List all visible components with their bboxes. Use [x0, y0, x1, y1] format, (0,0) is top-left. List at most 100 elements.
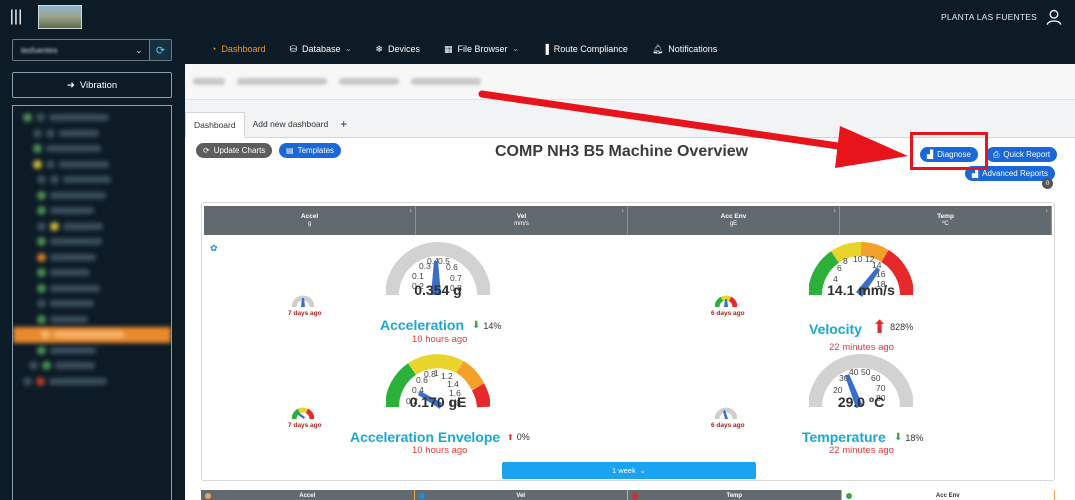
- tree-item[interactable]: [13, 358, 171, 374]
- acceleration-mini-gauge[interactable]: [292, 291, 314, 309]
- tree-item-selected[interactable]: [13, 327, 171, 343]
- site-select[interactable]: lasfuentes ⌄ ⟳: [12, 39, 172, 61]
- templates-icon: ▤: [286, 146, 294, 155]
- acceleration-value: 0.354 g: [414, 282, 462, 298]
- refresh-icon: ⟳: [203, 146, 210, 155]
- tree-item[interactable]: [13, 234, 171, 250]
- envelope-mini-label: 7 days ago: [288, 422, 322, 429]
- nav-database[interactable]: ⛁ Database ⌄: [277, 34, 363, 64]
- header-acc-env[interactable]: Acc Env gE ↕: [628, 206, 840, 235]
- tree-item[interactable]: [13, 203, 171, 219]
- file-browser-icon: ▦: [443, 43, 453, 54]
- tab-add-new-dashboard[interactable]: Add new dashboard: [245, 111, 337, 137]
- acceleration-envelope-title[interactable]: Acceleration Envelope: [350, 429, 500, 445]
- overview-card: Accel g ↕ Vel mm/s ↕ Acc Env gE ↕ Temp ºC ↕ ✿ 0.…: [201, 202, 1055, 481]
- acceleration-time: 10 hours ago: [412, 334, 468, 345]
- update-charts-button[interactable]: ⟳ Update Charts: [196, 143, 273, 158]
- acceleration-title[interactable]: Acceleration: [380, 317, 464, 333]
- tree-item[interactable]: [13, 126, 171, 142]
- gauge-tick: 10: [853, 254, 863, 264]
- refresh-icon[interactable]: ⟳: [149, 40, 171, 60]
- tree-item[interactable]: [13, 312, 171, 328]
- main-nav: ◔ Dashboard ⛁ Database ⌄ ❄ Devices ▦ Fil…: [185, 34, 1075, 64]
- bell-icon: 🔔︎: [651, 43, 664, 54]
- gauge-tick: 0.1: [412, 271, 424, 281]
- dashboard-icon: ◔: [211, 44, 217, 54]
- gauge-tick: 6: [837, 263, 842, 273]
- tree-item[interactable]: [13, 343, 171, 359]
- nav-dashboard[interactable]: ◔ Dashboard: [199, 34, 277, 64]
- velocity-title[interactable]: Velocity: [809, 321, 862, 337]
- gear-icon[interactable]: ✿: [210, 243, 218, 254]
- vibration-button[interactable]: ➜ Vibration: [12, 72, 172, 98]
- gauge-tick: 70: [876, 383, 886, 393]
- nav-route-compliance[interactable]: ▐ Route Compliance: [530, 34, 639, 64]
- tree-item[interactable]: [13, 250, 171, 266]
- add-dashboard-plus-icon[interactable]: +: [336, 111, 351, 137]
- velocity-mini-gauge[interactable]: [715, 291, 737, 309]
- tree-item[interactable]: [13, 281, 171, 297]
- chevron-down-icon: ⌄: [639, 466, 647, 475]
- tree-item[interactable]: [13, 141, 171, 157]
- header-accel-2[interactable]: Accel: [201, 490, 415, 500]
- site-logo-image[interactable]: [38, 5, 82, 29]
- tree-item[interactable]: [13, 374, 171, 390]
- tree-item[interactable]: [13, 172, 171, 188]
- arrow-up-icon: ⬆: [507, 432, 514, 442]
- gauge-tick: 0.6: [446, 262, 458, 272]
- header-vel[interactable]: Vel mm/s ↕: [416, 206, 628, 235]
- advanced-reports-label: Advanced Reports: [982, 169, 1048, 178]
- nav-route-compliance-label: Route Compliance: [553, 44, 628, 54]
- temperature-mini-label: 6 days ago: [711, 422, 745, 429]
- gauge-tick: 1: [434, 368, 439, 378]
- organization-name: PLANTA LAS FUENTES: [940, 12, 1037, 22]
- asset-tree[interactable]: [12, 105, 172, 500]
- acceleration-envelope-time: 10 hours ago: [412, 445, 468, 456]
- temperature-title[interactable]: Temperature: [802, 429, 886, 445]
- tree-item[interactable]: [13, 296, 171, 312]
- breadcrumb[interactable]: [185, 64, 1075, 100]
- nav-notifications[interactable]: 🔔︎ Notifications: [640, 34, 729, 64]
- nav-file-browser[interactable]: ▦ File Browser ⌄: [432, 34, 530, 64]
- tab-dashboard[interactable]: Dashboard: [185, 112, 245, 138]
- chevron-down-icon: ⌄: [512, 46, 519, 53]
- arrow-right-icon: ➜: [66, 79, 75, 91]
- tree-item[interactable]: [13, 157, 171, 173]
- tree-item[interactable]: [13, 265, 171, 281]
- header-acc-env-2[interactable]: Acc Env: [841, 490, 1055, 500]
- gauge-tick: 8: [843, 256, 848, 266]
- acceleration-mini-label: 7 days ago: [288, 310, 322, 317]
- site-select-value: lasfuentes: [21, 45, 58, 55]
- envelope-mini-gauge[interactable]: [292, 403, 314, 421]
- gauge-tick: 60: [871, 373, 881, 383]
- page-title: COMP NH3 B5 Machine Overview: [495, 143, 749, 160]
- temperature-mini-gauge[interactable]: [715, 403, 737, 421]
- templates-button[interactable]: ▤ Templates: [279, 143, 342, 158]
- header-temp[interactable]: Temp ºC ↕: [840, 206, 1052, 235]
- chevron-down-icon: ⌄: [345, 46, 352, 53]
- tree-item[interactable]: [13, 219, 171, 235]
- acceleration-change: ⬇ 14%: [472, 320, 502, 331]
- tree-item[interactable]: [13, 188, 171, 204]
- nav-devices[interactable]: ❄ Devices: [363, 34, 432, 64]
- time-range-dropdown[interactable]: 1 week ⌄: [502, 462, 756, 479]
- diagnose-highlight-box: [910, 132, 988, 170]
- second-card-header: Accel Vel Temp Acc Env: [201, 490, 1055, 500]
- quick-report-label: Quick Report: [1003, 150, 1051, 159]
- arrow-down-icon: ⬇: [472, 320, 481, 331]
- reports-count-badge: 0: [1042, 178, 1053, 189]
- vibration-button-label: Vibration: [79, 79, 118, 91]
- temperature-time: 22 minutes ago: [829, 445, 894, 456]
- tree-item[interactable]: [13, 110, 171, 126]
- header-vel-2[interactable]: Vel: [414, 490, 628, 500]
- header-temp-2[interactable]: Temp: [628, 490, 842, 500]
- top-bar: ||| PLANTA LAS FUENTES: [0, 0, 1075, 34]
- user-icon[interactable]: [1045, 8, 1063, 26]
- temperature-change: ⬇ 18%: [894, 432, 924, 443]
- header-accel[interactable]: Accel g ↕: [204, 206, 416, 235]
- menu-icon[interactable]: |||: [0, 0, 32, 34]
- quick-report-button[interactable]: ⎙ Quick Report: [986, 147, 1058, 162]
- chart-icon: ▟: [972, 169, 979, 178]
- gauge-tick: 50: [861, 367, 871, 377]
- nav-file-browser-label: File Browser: [457, 44, 508, 54]
